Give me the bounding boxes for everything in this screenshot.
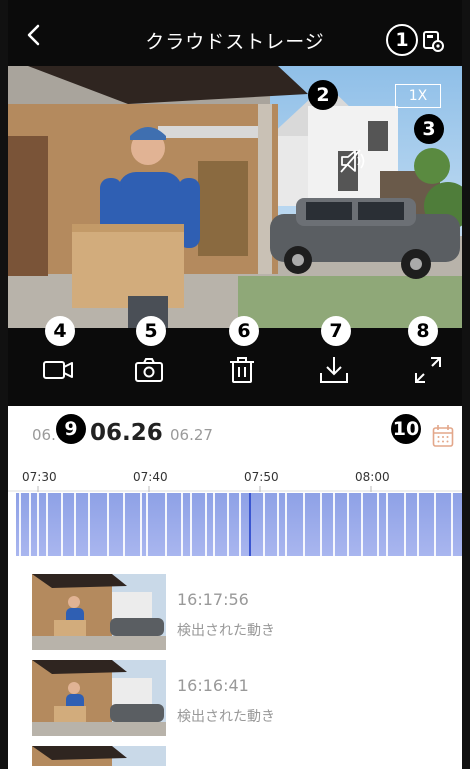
badge-4: 4 [45,316,75,346]
date-prev[interactable]: 06. [32,426,56,444]
record-icon[interactable] [42,354,74,386]
recording-label: 検出された動き [177,709,275,725]
badge-6: 6 [229,316,259,346]
recording-item[interactable] [32,746,452,766]
mute-icon[interactable] [338,146,368,176]
camera-icon[interactable] [133,354,165,386]
date-next[interactable]: 06.27 [170,426,213,444]
zoom-button[interactable]: 1X [395,84,441,108]
badge-10: 10 [391,414,421,444]
recording-label: 検出された動き [177,623,275,639]
trash-icon[interactable] [226,354,258,386]
date-current[interactable]: 06.26 [90,420,163,446]
badge-1: 1 [386,24,418,56]
timeline-label: 08:00 [355,470,390,484]
recording-list: 16:17:56 検出された動き 16:16:41 検出された動き [8,570,462,766]
recording-thumbnail [32,660,166,736]
calendar-icon[interactable] [432,424,454,448]
live-video[interactable] [8,66,462,328]
timeline-label: 07:50 [244,470,279,484]
badge-2: 2 [308,80,338,110]
fullscreen-icon[interactable] [412,354,444,386]
recording-thumbnail [32,746,166,766]
recording-item[interactable]: 16:17:56 検出された動き [32,574,452,650]
download-icon[interactable] [318,354,350,386]
timeline-ticks [8,486,462,492]
video-scene [8,66,462,328]
recording-time: 16:17:56 [177,590,249,609]
recording-time: 16:16:41 [177,676,249,695]
badge-9: 9 [56,414,86,444]
timeline-label: 07:40 [133,470,168,484]
timeline-label: 07:30 [22,470,57,484]
badge-3: 3 [414,114,444,144]
badge-8: 8 [408,316,438,346]
settings-icon[interactable] [422,30,444,52]
timeline-events [19,493,453,556]
phone-screen: クラウドストレージ 1 2 1X 3 4 5 6 7 8 06. 06.26 0… [8,0,462,769]
top-bar: クラウドストレージ 1 [8,0,462,66]
badge-7: 7 [321,316,351,346]
badge-5: 5 [136,316,166,346]
recording-thumbnail [32,574,166,650]
recording-item[interactable]: 16:16:41 検出された動き [32,660,452,736]
timeline-bar[interactable] [16,493,462,556]
